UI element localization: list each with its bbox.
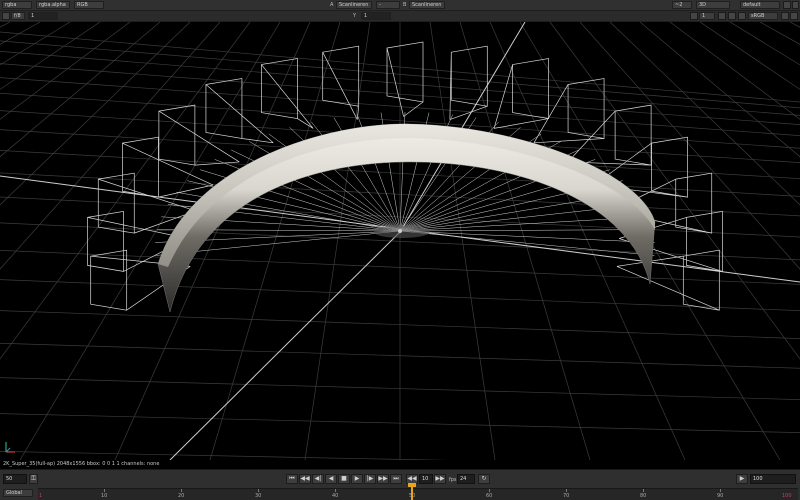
- axis-gizmo-icon: [5, 442, 15, 453]
- play-icon[interactable]: ▶: [351, 474, 363, 484]
- zoom-dropdown[interactable]: 1: [699, 12, 715, 20]
- tick: [643, 489, 644, 492]
- fps-field[interactable]: 24: [457, 474, 475, 484]
- fast-forward-icon[interactable]: ▶▶: [377, 474, 389, 484]
- end-marker: 100: [782, 493, 792, 499]
- alpha-channel-dropdown[interactable]: rgba.alpha: [36, 1, 70, 9]
- refresh-icon[interactable]: [738, 12, 746, 20]
- last-frame-button[interactable]: ⏭: [390, 474, 402, 484]
- output-icon[interactable]: [790, 12, 798, 20]
- tick-label: 70: [563, 493, 570, 499]
- tick-label: 30: [255, 493, 262, 499]
- channels-dropdown[interactable]: rgba: [2, 1, 32, 9]
- viewer-toolbar-top: rgba rgba.alpha RGB A Scanlineren - B Sc…: [0, 0, 800, 11]
- start-marker: 1: [39, 493, 43, 499]
- timeline-ruler[interactable]: 1 10 20 30 40 50 60 70 80 90 100: [38, 483, 798, 500]
- a-input-label: A: [330, 2, 334, 8]
- projection-center: [374, 226, 430, 238]
- tick-label: 10: [101, 493, 108, 499]
- flipbook-button[interactable]: ▶: [736, 474, 748, 484]
- roi-icon[interactable]: [728, 12, 736, 20]
- stop-icon[interactable]: ■: [338, 474, 350, 484]
- gain-field[interactable]: 1: [28, 12, 58, 20]
- gain-toggle-icon[interactable]: [2, 12, 10, 20]
- tick: [720, 489, 721, 492]
- b-input-label: B: [403, 2, 407, 8]
- transport-panel: 50 ⚿ ⏮ ◀◀ ◀| ◀ ■ ▶ |▶ ▶▶ ⏭ ◀◀ 10 ▶▶ fps …: [0, 469, 800, 500]
- proxy-dropdown[interactable]: ~2: [672, 1, 692, 9]
- view-mode-dropdown[interactable]: 3D: [696, 1, 730, 9]
- loop-icon[interactable]: ↻: [478, 474, 490, 484]
- rewind-icon[interactable]: ◀◀: [299, 474, 311, 484]
- step-forward-button[interactable]: ▶▶: [434, 474, 446, 484]
- y-label: Y: [353, 13, 357, 19]
- tick: [181, 489, 182, 492]
- current-frame-field[interactable]: 50: [3, 474, 27, 484]
- playhead[interactable]: [411, 485, 413, 500]
- tick-label: 20: [178, 493, 185, 499]
- tick: [489, 489, 490, 492]
- next-key-button[interactable]: |▶: [364, 474, 376, 484]
- ground-grid: [0, 22, 800, 460]
- close-icon[interactable]: [792, 1, 799, 9]
- end-frame-field[interactable]: 100: [750, 474, 796, 484]
- first-frame-button[interactable]: ⏮: [286, 474, 298, 484]
- prev-key-button[interactable]: ◀|: [312, 474, 324, 484]
- frame-range-dropdown[interactable]: Global: [3, 489, 33, 497]
- tick: [566, 489, 567, 492]
- blend-mode-dropdown[interactable]: -: [376, 1, 400, 9]
- lock-icon[interactable]: ⚿: [29, 474, 38, 484]
- checker-icon[interactable]: [718, 12, 726, 20]
- tick-label: 90: [717, 493, 724, 499]
- pause-icon[interactable]: [781, 12, 789, 20]
- tick: [335, 489, 336, 492]
- tick-label: 40: [332, 493, 339, 499]
- fps-label: fps: [449, 477, 457, 483]
- cylinder-card: [157, 123, 656, 313]
- fstop-dropdown[interactable]: f/8: [11, 12, 25, 20]
- step-increment-field[interactable]: 10: [419, 474, 433, 484]
- tick: [104, 489, 105, 492]
- format-info-bar: 2K_Super_35(full-ap) 2048x1556 bbox: 0 0…: [0, 460, 800, 469]
- a-input-dropdown[interactable]: Scanlineren: [336, 1, 372, 9]
- colorspace-dropdown[interactable]: sRGB: [748, 12, 778, 20]
- play-backward-button[interactable]: ◀: [325, 474, 337, 484]
- viewer-toolbar-second: f/8 1 Y 1 1 sRGB: [0, 11, 800, 22]
- clip-warning-icon[interactable]: [690, 12, 698, 20]
- 3d-scene: [0, 22, 800, 460]
- viewer-settings-icon[interactable]: [783, 1, 791, 9]
- b-input-dropdown[interactable]: Scanlineren: [409, 1, 445, 9]
- tick-label: 80: [640, 493, 647, 499]
- tick-label: 60: [486, 493, 493, 499]
- display-channel-dropdown[interactable]: RGB: [74, 1, 104, 9]
- lut-profile-dropdown[interactable]: default: [740, 1, 780, 9]
- viewer-3d-viewport[interactable]: [0, 22, 800, 460]
- gamma-field[interactable]: 1: [361, 12, 391, 20]
- tick: [258, 489, 259, 492]
